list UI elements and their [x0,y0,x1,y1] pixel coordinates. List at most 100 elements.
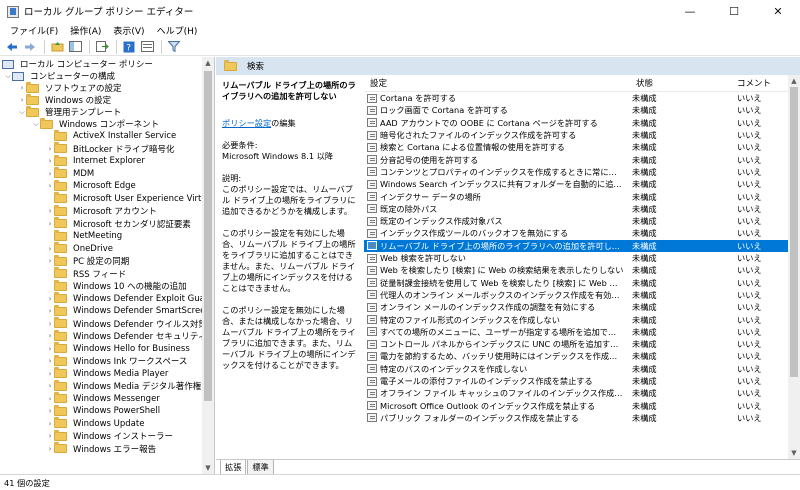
tree-item-admin-templates[interactable]: ⌵ 管理用テンプレート [18,105,123,118]
table-row[interactable]: AAD アカウントでの OOBE に Cortana ページを許可する 未構成 いい… [364,117,788,129]
table-row[interactable]: インデクサー データの場所 未構成 いいえ [364,190,788,202]
column-header-comment[interactable]: コメント [737,77,771,89]
chevron-down-icon[interactable]: ⌵ [32,118,40,130]
tree-item-windows-settings[interactable]: › Windows の設定 [18,93,113,106]
table-row[interactable]: Web 検索を許可しない 未構成 いいえ [364,252,788,264]
chevron-right-icon[interactable]: › [46,443,54,455]
scroll-up-icon[interactable]: ▲ [788,75,800,87]
chevron-right-icon[interactable]: › [46,293,54,305]
scroll-down-icon[interactable]: ▼ [788,447,800,459]
table-row[interactable]: 電子メールの添付ファイルのインデックス作成を禁止する 未構成 いいえ [364,375,788,387]
tree-item-component[interactable]: › Windows エラー報告 [46,442,158,455]
tree-item-component[interactable]: › Windows Messenger [46,392,162,405]
tree-item-component[interactable]: RSS フィード [46,267,128,280]
filter-button[interactable] [166,39,182,55]
tree-item-component[interactable]: › Windows Media デジタル著作権管理 [46,379,214,392]
export-list-button[interactable] [94,39,110,55]
tab-extended[interactable]: 拡張 [220,460,247,475]
list-scrollbar[interactable]: ▲ ▼ [788,75,800,459]
tree-item-component[interactable]: › Windows インストーラー [46,429,175,442]
tree-item-component[interactable]: › Microsoft Edge [46,179,138,192]
table-row[interactable]: インデックス作成ツールのバックオフを無効にする 未構成 いいえ [364,227,788,239]
tree-item-component[interactable]: ActiveX Installer Service [46,129,178,142]
table-row[interactable]: Windows Search インデックスに共有フォルダーを自動的に追加でき..… [364,178,788,190]
tree-item-component[interactable]: › Windows Media Player [46,367,170,380]
chevron-right-icon[interactable]: › [46,155,54,167]
menu-help[interactable]: ヘルプ(H) [151,24,204,37]
menu-file[interactable]: ファイル(F) [4,24,64,37]
table-row[interactable]: Cortana を許可する 未構成 いいえ [364,92,788,104]
tree-item-computer-config[interactable]: ⌵ コンピューターの構成 [4,70,117,82]
table-row[interactable]: 暗号化されたファイルのインデックス作成を許可する 未構成 いいえ [364,129,788,141]
tree-item-component[interactable]: NetMeeting [46,229,124,242]
chevron-right-icon[interactable]: › [46,355,54,367]
chevron-right-icon[interactable] [46,268,54,280]
tree-item-component[interactable]: › OneDrive [46,242,115,255]
chevron-right-icon[interactable]: › [46,218,54,230]
table-row[interactable]: 既定の除外パス 未構成 いいえ [364,203,788,215]
chevron-right-icon[interactable]: › [46,430,54,442]
scroll-down-icon[interactable]: ▼ [202,462,214,474]
tree-item-component[interactable]: › Windows Defender Exploit Guard [46,292,214,305]
tree-item-software-settings[interactable]: › ソフトウェアの設定 [18,81,124,94]
table-row[interactable]: 検索と Cortana による位置情報の使用を許可する 未構成 いいえ [364,141,788,153]
tree-item-component[interactable]: › Microsoft セカンダリ認証要素 [46,217,193,230]
chevron-right-icon[interactable]: › [46,168,54,180]
chevron-right-icon[interactable]: › [46,330,54,342]
chevron-right-icon[interactable]: › [46,143,54,155]
column-header-state[interactable]: 状態 [636,77,653,89]
tree-item-component[interactable]: › Windows PowerShell [46,404,162,417]
chevron-right-icon[interactable]: › [46,180,54,192]
tree-item-component[interactable]: › Windows Update [46,417,146,430]
tree-item-component[interactable]: › PC 設定の同期 [46,254,131,267]
properties-button[interactable] [139,39,155,55]
chevron-right-icon[interactable]: › [46,380,54,392]
chevron-right-icon[interactable] [46,230,54,242]
chevron-right-icon[interactable]: › [46,405,54,417]
help-button[interactable]: ? [121,39,137,55]
chevron-right-icon[interactable]: › [46,243,54,255]
show-hide-tree-button[interactable] [67,39,83,55]
table-row[interactable]: ロック画面で Cortana を許可する 未構成 いいえ [364,104,788,116]
menu-view[interactable]: 表示(V) [107,24,150,37]
tree-item-component[interactable]: › Microsoft アカウント [46,204,159,217]
table-row[interactable]: すべての場所のメニューに、ユーザーが指定する場所を追加できないよ... 未構成 いい… [364,326,788,338]
tree-item-component[interactable]: › Internet Explorer [46,154,147,167]
column-header-setting[interactable]: 設定 [370,77,387,89]
tree-item-component[interactable]: › MDM [46,167,96,180]
chevron-right-icon[interactable] [46,130,54,142]
chevron-right-icon[interactable]: › [46,343,54,355]
chevron-right-icon[interactable]: › [46,305,54,317]
table-row[interactable]: パブリック フォルダーのインデックス作成を禁止する 未構成 いいえ [364,412,788,424]
tree-item-component[interactable]: › Windows Ink ワークスペース [46,354,189,367]
chevron-right-icon[interactable]: › [46,205,54,217]
table-row[interactable]: 従量制課金接続を使用して Web を検索したり [検索] に Web の... 未… [364,277,788,289]
tree-item-component[interactable]: Microsoft User Experience Virtualiz [46,192,214,205]
scroll-thumb[interactable] [790,87,798,377]
table-row[interactable]: オンライン メールのインデックス作成の調整を有効にする 未構成 いいえ [364,301,788,313]
tree-item-windows-components[interactable]: ⌵ Windows コンポーネント [32,117,161,130]
scroll-up-icon[interactable]: ▲ [202,57,214,69]
table-row[interactable]: オフライン ファイル キャッシュのファイルのインデックス作成を禁止する未構成 いい… [364,387,788,399]
table-row[interactable]: リムーバブル ドライブ上の場所のライブラリへの追加を許可しない 未構成 いいえ [364,239,788,252]
tree-scrollbar[interactable]: ▲ ▼ [202,57,214,474]
table-row[interactable]: Web を検索したり [検索] に Web の検索結果を表示したりしない 未構成 い… [364,264,788,276]
edit-policy-link[interactable]: ポリシー設定 [222,118,271,128]
table-row[interactable]: コントロール パネルからインデックスに UNC の場所を追加することを... 未構… [364,338,788,350]
chevron-right-icon[interactable]: › [46,393,54,405]
chevron-right-icon[interactable] [46,193,54,205]
minimize-button[interactable]: — [668,0,712,22]
table-row[interactable]: 特定のパスのインデックスを作成しない 未構成 いいえ [364,363,788,375]
chevron-right-icon[interactable]: › [18,94,26,106]
chevron-right-icon[interactable]: › [46,255,54,267]
chevron-down-icon[interactable]: ⌵ [18,106,26,118]
chevron-right-icon[interactable]: › [18,82,26,94]
chevron-right-icon[interactable] [46,280,54,292]
chevron-right-icon[interactable]: › [46,318,54,330]
menu-action[interactable]: 操作(A) [64,24,107,37]
scroll-thumb[interactable] [204,71,212,401]
table-row[interactable]: コンテンツとプロパティのインデックスを作成するときに常に自動言語... 未構成 いい… [364,166,788,178]
tree-item-component[interactable]: › Windows Defender ウイルス対策 [46,317,209,330]
table-row[interactable]: Microsoft Office Outlook のインデックス作成を禁止する 未… [364,400,788,412]
table-row[interactable]: 既定のインデックス作成対象パス 未構成 いいえ [364,215,788,227]
